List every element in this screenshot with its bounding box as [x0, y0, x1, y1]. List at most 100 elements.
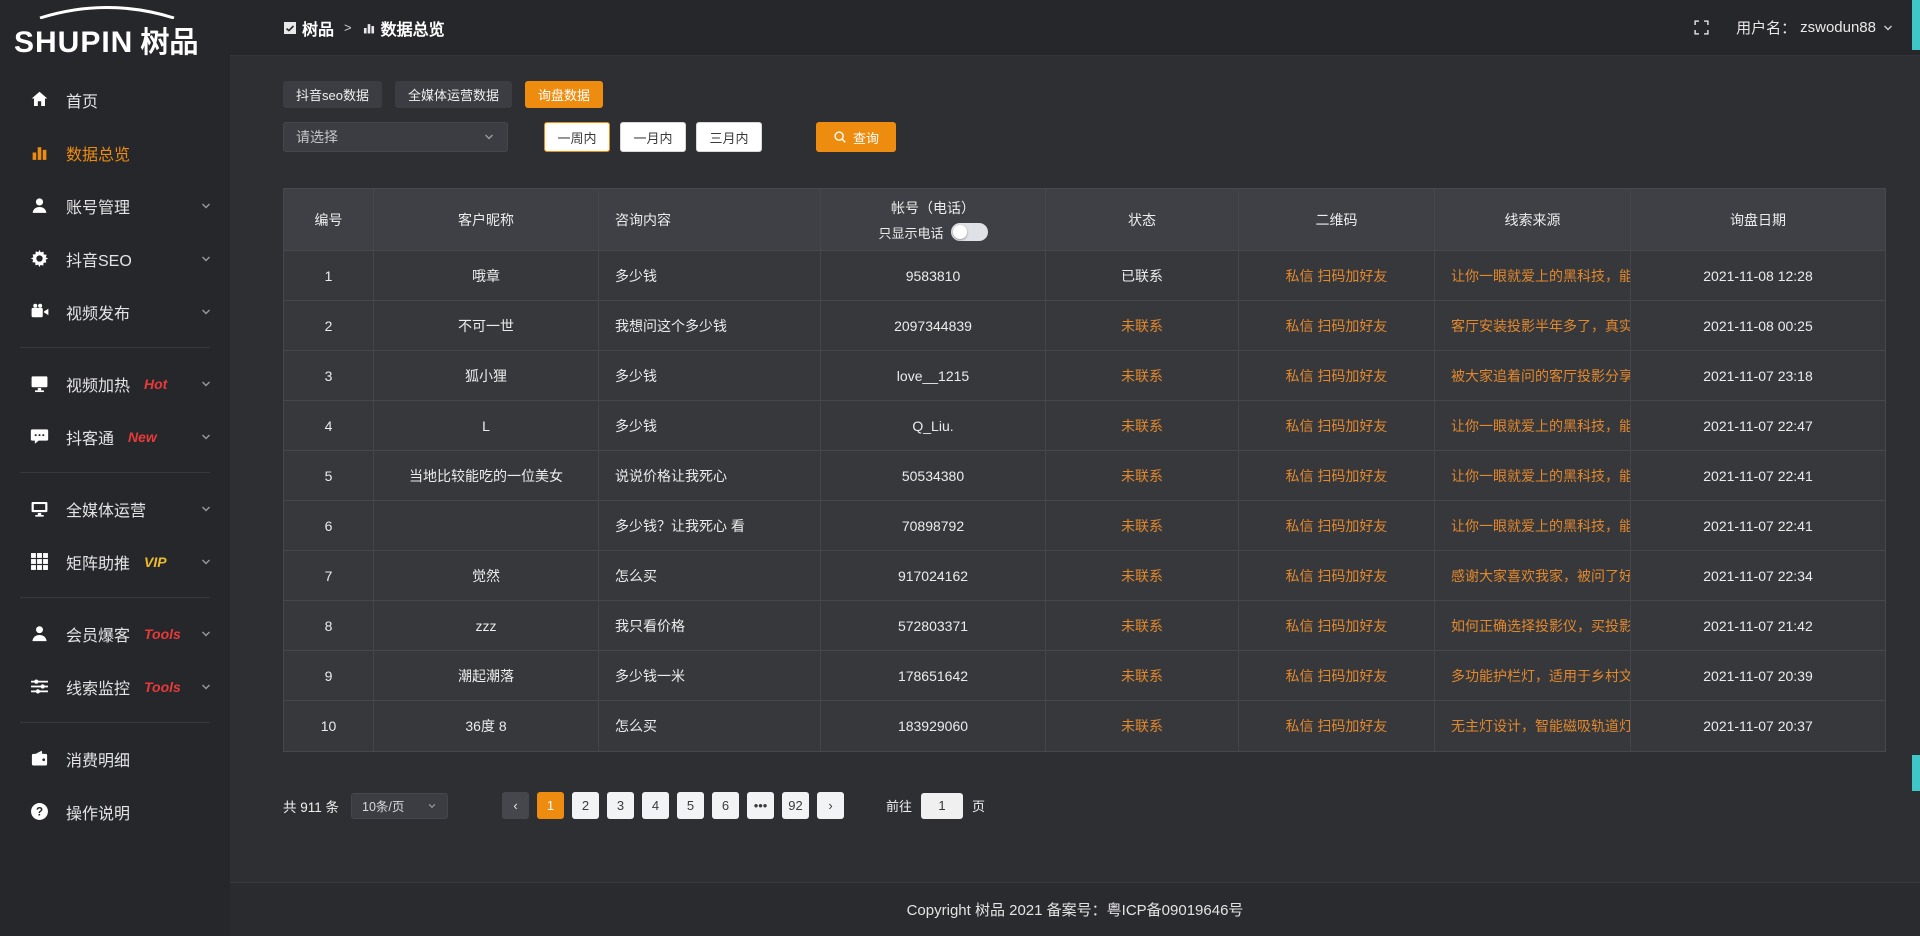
cell-content: 说说价格让我死心: [599, 451, 821, 500]
sidebar-item-douyin-seo[interactable]: 抖音SEO: [0, 232, 230, 285]
cell-qrcode[interactable]: 私信 扫码加好友: [1239, 251, 1435, 300]
sidebar-item-data-overview[interactable]: 数据总览: [0, 126, 230, 179]
chevron-down-icon: [200, 378, 212, 390]
fullscreen-icon[interactable]: [1693, 19, 1710, 36]
cell-source[interactable]: 让你一眼就爱上的黑科技，能...: [1435, 451, 1631, 500]
page-button-3[interactable]: 3: [607, 792, 634, 819]
next-page-button[interactable]: ›: [817, 792, 844, 819]
column-header-date: 询盘日期: [1631, 189, 1885, 250]
sidebar-item-help[interactable]: ?操作说明: [0, 785, 230, 838]
cell-id: 6: [284, 501, 374, 550]
cell-status: 未联系: [1046, 501, 1239, 550]
filter-select[interactable]: 请选择: [283, 122, 508, 152]
sidebar-item-account-manage[interactable]: 账号管理: [0, 179, 230, 232]
page-button-5[interactable]: 5: [677, 792, 704, 819]
page-size-select[interactable]: 10条/页: [351, 793, 448, 819]
range-button-month[interactable]: 一月内: [620, 122, 686, 152]
breadcrumb-root[interactable]: 树品: [302, 16, 334, 40]
prev-page-button[interactable]: ‹: [502, 792, 529, 819]
pagination: 共 911 条 10条/页 ‹ 123456 ••• 92 › 前往 页: [283, 792, 1886, 819]
cell-qrcode[interactable]: 私信 扫码加好友: [1239, 401, 1435, 450]
search-button[interactable]: 查询: [816, 122, 896, 152]
breadcrumb-root-icon: [283, 21, 297, 35]
goto-label: 前往: [886, 796, 912, 815]
filter-select-value: 请选择: [296, 127, 338, 147]
cell-id: 2: [284, 301, 374, 350]
sidebar-item-consume-detail[interactable]: 消费明细: [0, 732, 230, 785]
total-count: 共 911 条: [283, 796, 339, 816]
range-button-week[interactable]: 一周内: [544, 122, 610, 152]
page-button-92[interactable]: 92: [782, 792, 809, 819]
cell-content: 多少钱一米: [599, 651, 821, 700]
column-header-content: 咨询内容: [599, 189, 821, 250]
cell-source[interactable]: 如何正确选择投影仪，买投影...: [1435, 601, 1631, 650]
table-row: 7觉然怎么买917024162未联系私信 扫码加好友感谢大家喜欢我家，被问了好.…: [284, 551, 1885, 601]
tab-douyin-seo-data[interactable]: 抖音seo数据: [283, 81, 382, 108]
cell-source[interactable]: 客厅安装投影半年多了，真实...: [1435, 301, 1631, 350]
data-tabs: 抖音seo数据全媒体运营数据询盘数据: [283, 81, 1886, 108]
column-header-source: 线索来源: [1435, 189, 1631, 250]
cell-source[interactable]: 无主灯设计，智能磁吸轨道灯...: [1435, 701, 1631, 751]
cell-status: 未联系: [1046, 551, 1239, 600]
cell-account: 70898792: [821, 501, 1046, 550]
page-button-6[interactable]: 6: [712, 792, 739, 819]
cell-source[interactable]: 让你一眼就爱上的黑科技，能...: [1435, 401, 1631, 450]
cell-account: 50534380: [821, 451, 1046, 500]
search-icon: [833, 130, 847, 144]
logo[interactable]: SHUPIN 树品: [0, 0, 230, 63]
sidebar-item-matrix-boost[interactable]: 矩阵助推VIP: [0, 535, 230, 588]
badge-tools: Tools: [144, 679, 181, 695]
sidebar-item-video-heat[interactable]: 视频加热Hot: [0, 357, 230, 410]
sidebar-item-label: 矩阵助推: [66, 550, 130, 574]
sidebar-item-video-publish[interactable]: 视频发布: [0, 285, 230, 338]
cell-qrcode[interactable]: 私信 扫码加好友: [1239, 701, 1435, 751]
page-ellipsis-button[interactable]: •••: [747, 792, 774, 819]
page-button-1[interactable]: 1: [537, 792, 564, 819]
cell-source[interactable]: 被大家追着问的客厅投影分享...: [1435, 351, 1631, 400]
cell-qrcode[interactable]: 私信 扫码加好友: [1239, 351, 1435, 400]
user-menu[interactable]: 用户名： zswodun88: [1736, 17, 1894, 38]
cell-qrcode[interactable]: 私信 扫码加好友: [1239, 501, 1435, 550]
scrollbar-thumb[interactable]: [1912, 0, 1920, 50]
breadcrumb-current-icon: [362, 21, 376, 35]
cell-source[interactable]: 感谢大家喜欢我家，被问了好...: [1435, 551, 1631, 600]
cell-id: 4: [284, 401, 374, 450]
page-button-4[interactable]: 4: [642, 792, 669, 819]
cell-id: 5: [284, 451, 374, 500]
sidebar-item-label: 视频发布: [66, 300, 130, 324]
tab-inquiry-data[interactable]: 询盘数据: [525, 81, 603, 108]
phone-only-toggle[interactable]: [951, 223, 988, 241]
cell-account: 9583810: [821, 251, 1046, 300]
sidebar-divider: [20, 347, 210, 348]
cell-content: 怎么买: [599, 701, 821, 751]
scrollbar-thumb[interactable]: [1912, 755, 1920, 791]
page-button-2[interactable]: 2: [572, 792, 599, 819]
goto-page-input[interactable]: [921, 793, 963, 819]
sidebar-item-douketong[interactable]: 抖客通New: [0, 410, 230, 463]
cell-qrcode[interactable]: 私信 扫码加好友: [1239, 651, 1435, 700]
sidebar-item-clue-monitor[interactable]: 线索监控Tools: [0, 660, 230, 713]
table-row: 2不可一世我想问这个多少钱2097344839未联系私信 扫码加好友客厅安装投影…: [284, 301, 1885, 351]
chevron-down-icon: [200, 253, 212, 265]
cell-status: 未联系: [1046, 601, 1239, 650]
cell-qrcode[interactable]: 私信 扫码加好友: [1239, 451, 1435, 500]
cell-source[interactable]: 让你一眼就爱上的黑科技，能...: [1435, 251, 1631, 300]
cell-content: 我只看价格: [599, 601, 821, 650]
tab-media-ops-data[interactable]: 全媒体运营数据: [395, 81, 512, 108]
cell-account: 2097344839: [821, 301, 1046, 350]
cell-source[interactable]: 多功能护栏灯，适用于乡村文...: [1435, 651, 1631, 700]
goto-page: 前往 页: [886, 793, 985, 819]
cell-account: 183929060: [821, 701, 1046, 751]
cell-id: 9: [284, 651, 374, 700]
cell-qrcode[interactable]: 私信 扫码加好友: [1239, 301, 1435, 350]
range-button-quarter[interactable]: 三月内: [696, 122, 762, 152]
sidebar-item-home[interactable]: 首页: [0, 73, 230, 126]
cell-source[interactable]: 让你一眼就爱上的黑科技，能...: [1435, 501, 1631, 550]
sidebar-item-media-operation[interactable]: 全媒体运营: [0, 482, 230, 535]
cell-qrcode[interactable]: 私信 扫码加好友: [1239, 601, 1435, 650]
chat-icon: [30, 427, 49, 446]
app-root: SHUPIN 树品 首页数据总览账号管理抖音SEO 视频发布视频加热Hot抖客通N…: [0, 0, 1920, 936]
cell-content: 多少钱: [599, 351, 821, 400]
cell-qrcode[interactable]: 私信 扫码加好友: [1239, 551, 1435, 600]
sidebar-item-member-burst[interactable]: 会员爆客Tools: [0, 607, 230, 660]
